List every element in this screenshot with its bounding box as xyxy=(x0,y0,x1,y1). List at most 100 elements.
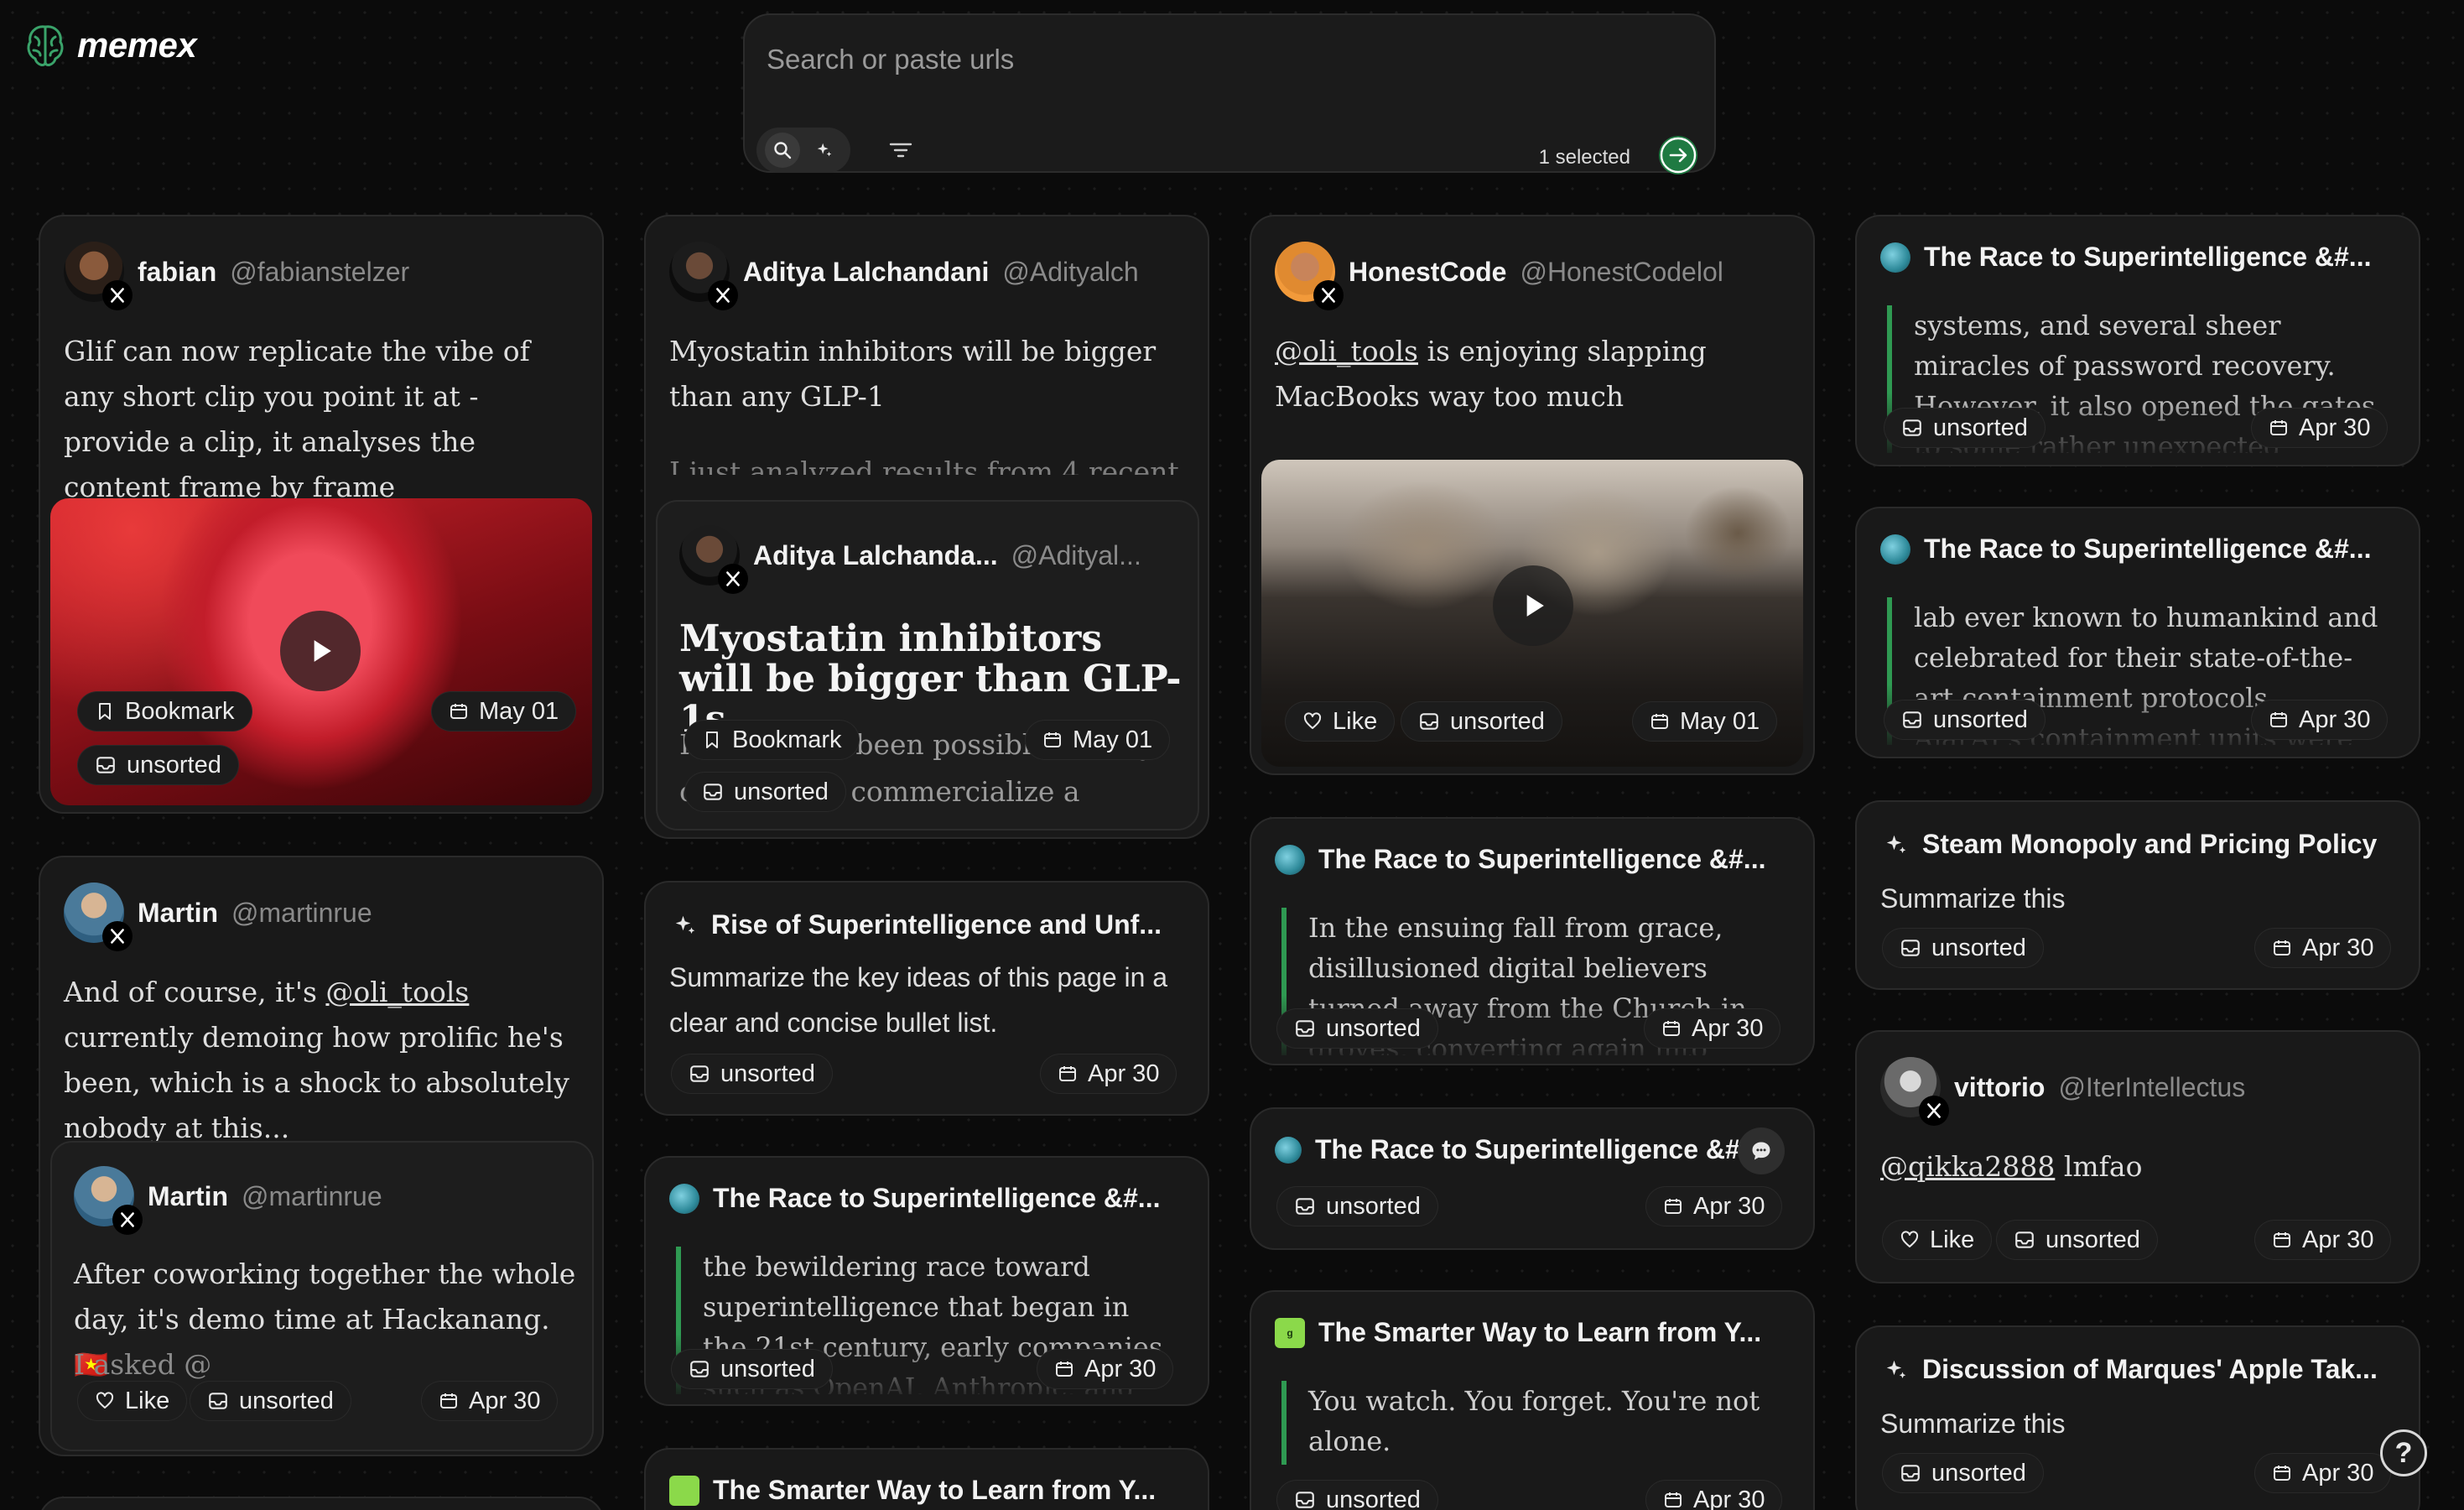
collection-button[interactable]: unsorted xyxy=(671,1349,833,1389)
chat-bubble-icon xyxy=(1752,1142,1770,1160)
collection-button[interactable]: unsorted xyxy=(1882,928,2044,968)
article-excerpt: You watch. You forget. You're not alone. xyxy=(1281,1381,1785,1465)
search-submit-button[interactable] xyxy=(1659,136,1697,174)
collection-label: unsorted xyxy=(1450,707,1545,735)
inbox-icon xyxy=(2014,1229,2035,1251)
date-label: May 01 xyxy=(1073,726,1153,753)
bookmark-button[interactable]: Bookmark xyxy=(684,720,860,760)
author-name: HonestCode xyxy=(1349,256,1507,287)
x-logo-icon xyxy=(112,1205,143,1235)
like-button[interactable]: Like xyxy=(1285,701,1396,742)
collection-button[interactable]: unsorted xyxy=(1401,701,1562,742)
search-input[interactable] xyxy=(767,39,1605,81)
collection-button[interactable]: unsorted xyxy=(190,1381,351,1421)
tweet-card-fabian[interactable]: fabian @fabianstelzer Glif can now repli… xyxy=(39,215,604,814)
summary-card-rise[interactable]: Rise of Superintelligence and Unf... Sum… xyxy=(644,881,1209,1116)
author-handle: @HonestCodelol xyxy=(1520,256,1723,287)
collection-button[interactable]: unsorted xyxy=(684,772,846,812)
heart-icon xyxy=(1302,711,1323,732)
tweet-card-vittorio[interactable]: vittorio @IterIntellectus @qikka2888 lmf… xyxy=(1855,1030,2420,1284)
play-icon[interactable] xyxy=(1493,565,1573,646)
article-card-race4[interactable]: The Race to Superintelligence &#... the … xyxy=(644,1156,1209,1406)
collection-button[interactable]: unsorted xyxy=(1276,1008,1438,1049)
site-favicon-icon xyxy=(1880,534,1910,565)
collection-button[interactable]: unsorted xyxy=(1996,1220,2158,1260)
article-card-smarter-2[interactable]: The Smarter Way to Learn from Y... xyxy=(644,1448,1209,1510)
tweet-card-honestcode[interactable]: HonestCode @HonestCodelol @oli_tools is … xyxy=(1250,215,1815,775)
date-badge: Apr 30 xyxy=(1644,1008,1781,1049)
date-badge: Apr 30 xyxy=(2254,1453,2392,1493)
mention-link[interactable]: @qikka2888 xyxy=(1880,1150,2055,1183)
keyword-search-button[interactable] xyxy=(765,133,800,168)
like-button[interactable]: Like xyxy=(1882,1220,1993,1260)
app-logo[interactable]: memex xyxy=(25,22,197,69)
article-card-race1[interactable]: The Race to Superintelligence &#... syst… xyxy=(1855,215,2420,466)
summary-card-marques[interactable]: Discussion of Marques' Apple Tak... Summ… xyxy=(1855,1325,2420,1510)
date-badge: May 01 xyxy=(1025,720,1171,760)
mention-link[interactable]: @oli_tools xyxy=(325,976,469,1008)
card-title: The Smarter Way to Learn from Y... xyxy=(713,1475,1157,1505)
bookmark-button[interactable]: Bookmark xyxy=(77,691,252,732)
glasp-favicon-icon: g xyxy=(1275,1317,1305,1348)
collection-button[interactable]: unsorted xyxy=(77,745,239,785)
calendar-icon xyxy=(2272,1463,2292,1483)
collection-button[interactable]: unsorted xyxy=(1882,1453,2044,1493)
avatar xyxy=(679,525,748,594)
like-button[interactable]: Like xyxy=(77,1381,188,1421)
tweet-card-aditya[interactable]: Aditya Lalchandani @Adityalch Myostatin … xyxy=(644,215,1209,839)
inbox-icon xyxy=(689,1358,710,1380)
date-label: Apr 30 xyxy=(2302,1226,2374,1253)
author-handle: @martinrue xyxy=(231,897,372,928)
avatar xyxy=(64,883,133,951)
collection-button[interactable]: unsorted xyxy=(1276,1186,1438,1226)
collection-label: unsorted xyxy=(127,751,221,778)
summary-card-steam[interactable]: Steam Monopoly and Pricing Policy Summar… xyxy=(1855,800,2420,990)
article-card-race3[interactable]: The Race to Superintelligence &#... In t… xyxy=(1250,817,1815,1065)
card-partial[interactable] xyxy=(39,1497,604,1510)
heart-icon xyxy=(95,1391,115,1411)
quoted-author-name: Aditya Lalchanda... xyxy=(753,539,998,570)
date-label: Apr 30 xyxy=(2299,414,2371,441)
bookmark-icon xyxy=(95,701,115,721)
date-label: May 01 xyxy=(1680,707,1760,735)
ai-search-button[interactable] xyxy=(807,133,842,168)
help-button[interactable]: ? xyxy=(2380,1429,2427,1476)
tweet-text: Glif can now replicate the vibe of any s… xyxy=(64,335,530,503)
date-label: Apr 30 xyxy=(1088,1060,1160,1087)
date-label: Apr 30 xyxy=(1693,1192,1765,1220)
date-badge: May 01 xyxy=(431,691,577,732)
date-badge: Apr 30 xyxy=(2254,1220,2392,1260)
date-label: Apr 30 xyxy=(1693,1486,1765,1510)
collection-label: unsorted xyxy=(1326,1014,1421,1042)
site-favicon-icon xyxy=(669,1183,699,1214)
chat-bubble-button[interactable] xyxy=(1738,1127,1785,1174)
card-title: The Race to Superintelligence &#... xyxy=(1924,534,2372,564)
collection-button[interactable]: unsorted xyxy=(1884,700,2046,740)
tweet-card-martin[interactable]: Martin @martinrue And of course, it's @o… xyxy=(39,856,604,1456)
inbox-icon xyxy=(702,781,724,803)
summary-prompt: Summarize this xyxy=(1880,1408,2066,1439)
collection-button[interactable]: unsorted xyxy=(671,1054,833,1094)
article-card-race2[interactable]: The Race to Superintelligence &#... lab … xyxy=(1855,507,2420,758)
collection-label: unsorted xyxy=(1326,1192,1421,1220)
card-title: The Smarter Way to Learn from Y... xyxy=(1318,1317,1762,1347)
article-card-race5[interactable]: The Race to Superintelligence &#... unso… xyxy=(1250,1107,1815,1250)
article-card-smarter-1[interactable]: g The Smarter Way to Learn from Y... You… xyxy=(1250,1290,1815,1510)
mention-link[interactable]: @oli_tools xyxy=(1275,335,1418,367)
search-bar: 1 selected xyxy=(743,13,1716,174)
tweet-text: @oli_tools is enjoying slapping MacBooks… xyxy=(1275,329,1795,419)
inbox-icon xyxy=(1294,1018,1316,1039)
x-logo-icon xyxy=(1919,1096,1949,1126)
x-logo-icon xyxy=(1313,280,1344,310)
calendar-icon xyxy=(1663,1196,1683,1216)
inbox-icon xyxy=(1294,1195,1316,1217)
author-name: Martin xyxy=(138,897,218,928)
author-name: vittorio xyxy=(1954,1071,2046,1102)
collection-label: unsorted xyxy=(239,1387,334,1414)
collection-button[interactable]: unsorted xyxy=(1276,1480,1438,1510)
site-favicon-icon xyxy=(1275,1136,1302,1164)
play-icon[interactable] xyxy=(280,611,361,691)
collection-button[interactable]: unsorted xyxy=(1884,408,2046,448)
search-mode-toggle xyxy=(756,128,850,173)
filter-button[interactable] xyxy=(882,132,919,169)
